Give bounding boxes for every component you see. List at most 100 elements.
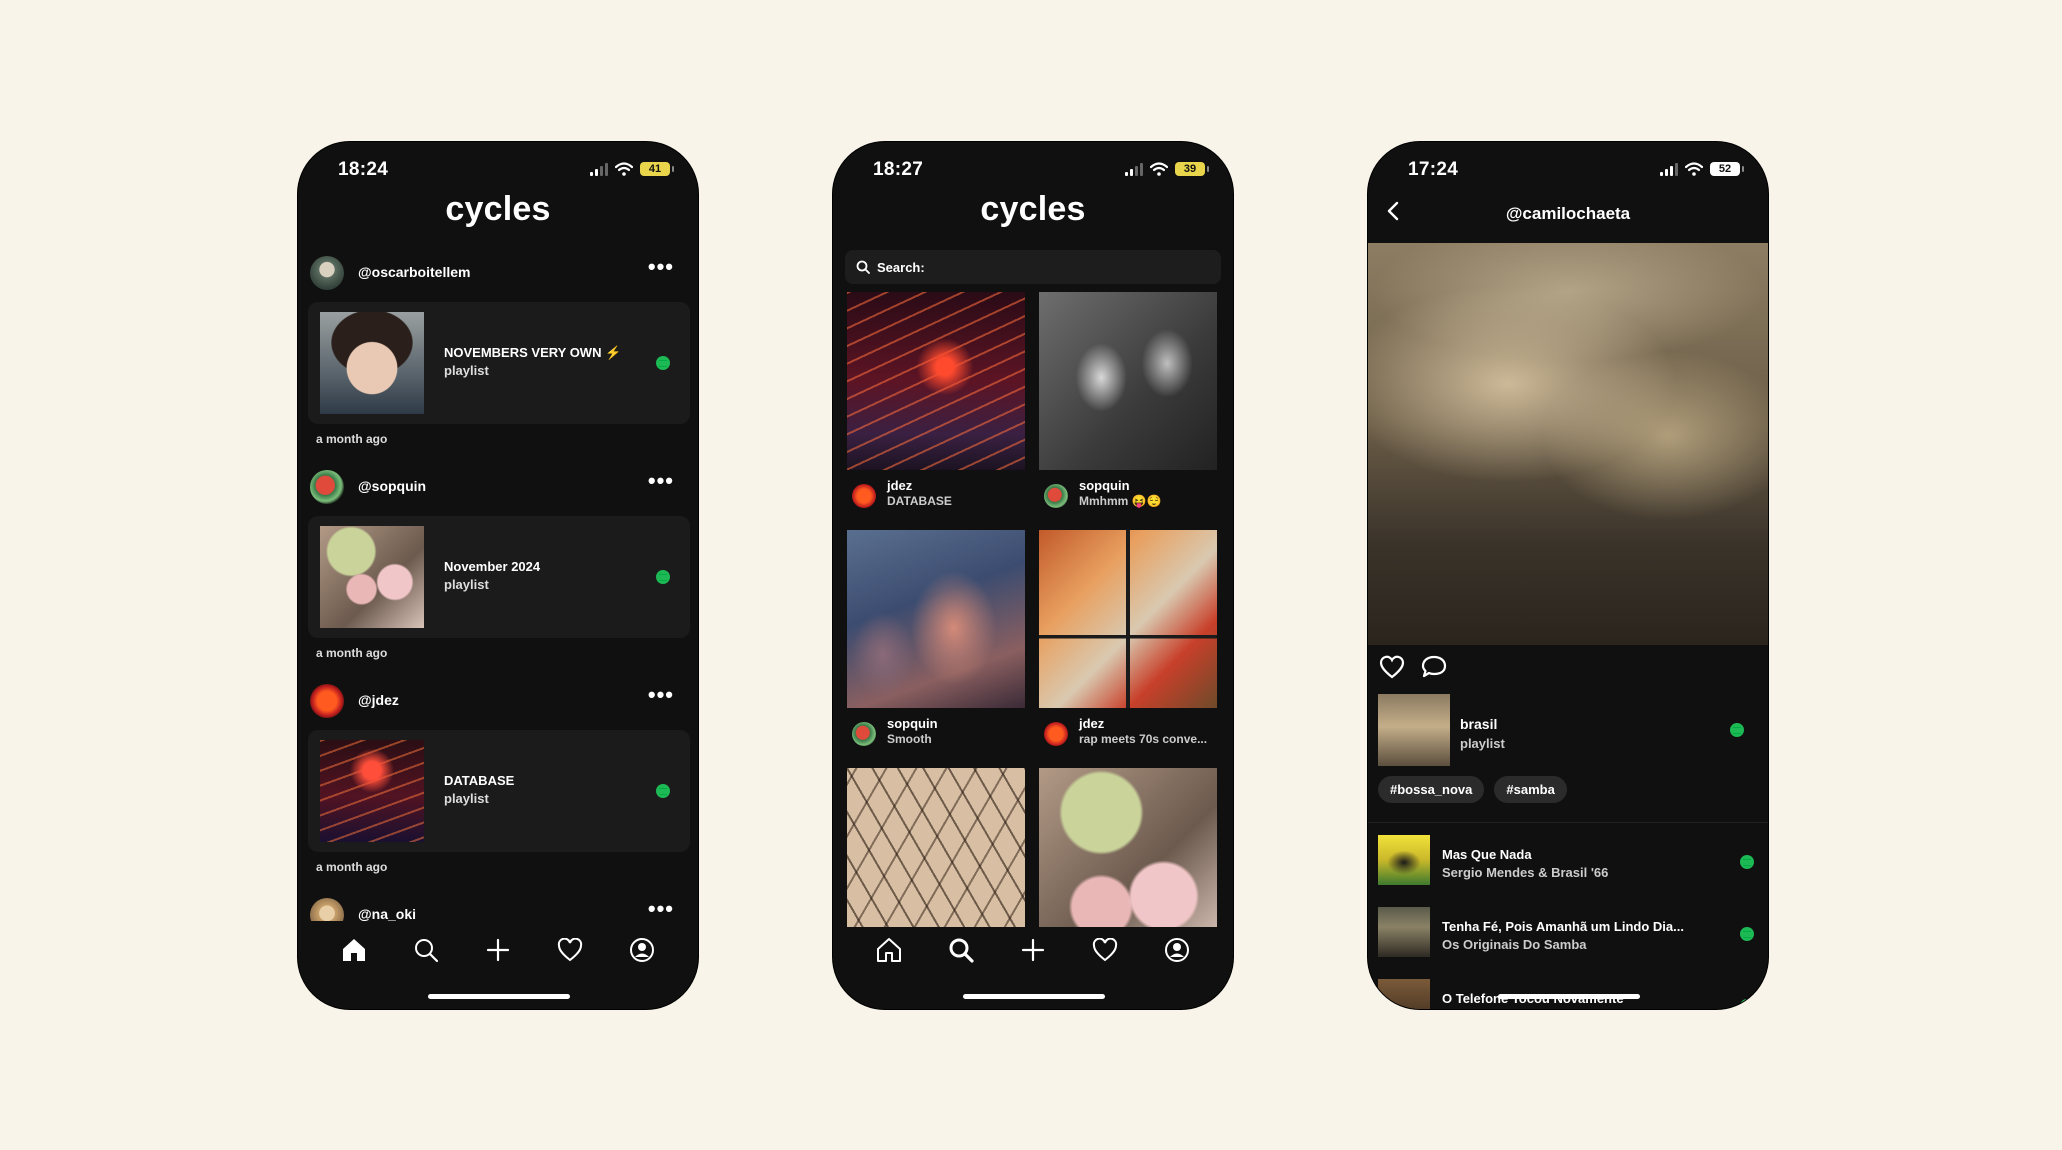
spotify-icon[interactable]	[1740, 855, 1754, 869]
avatar	[1044, 484, 1068, 508]
avatar[interactable]	[310, 470, 344, 504]
plus-icon	[1021, 938, 1045, 962]
post-timestamp: a month ago	[316, 432, 388, 446]
home-indicator[interactable]	[428, 994, 570, 999]
battery-indicator: 39	[1175, 162, 1209, 176]
post-username[interactable]: @sopquin	[358, 478, 426, 494]
track-row[interactable]: Tenha Fé, Pois Amanhã um Lindo Dia... Os…	[1368, 895, 1768, 967]
battery-indicator: 41	[640, 162, 674, 176]
avatar	[852, 722, 876, 746]
grid-item[interactable]: sopquin Smooth	[847, 530, 1025, 746]
track-artist: Os Originais Do Samba	[1442, 937, 1587, 952]
spotify-icon[interactable]	[656, 570, 670, 584]
post-header: @sopquin •••	[298, 458, 698, 516]
avatar[interactable]	[310, 898, 344, 921]
grid-thumbnail	[847, 530, 1025, 708]
grid-description: Mmhmm 😝😌	[1079, 494, 1162, 508]
playlist-card[interactable]: NOVEMBERS VERY OWN ⚡ playlist	[308, 302, 690, 424]
tag-chip[interactable]: #samba	[1494, 776, 1567, 803]
tab-search[interactable]	[946, 935, 976, 965]
grid-item[interactable]	[1039, 768, 1217, 927]
spotify-icon[interactable]	[1740, 999, 1754, 1009]
post-timestamp: a month ago	[316, 860, 388, 874]
track-row[interactable]: Mas Que Nada Sergio Mendes & Brasil '66	[1368, 823, 1768, 895]
playlist-card[interactable]: DATABASE playlist	[308, 730, 690, 852]
status-bar: 17:24 52	[1368, 142, 1768, 198]
post-actions	[1378, 654, 1448, 680]
home-indicator[interactable]	[1498, 994, 1640, 999]
track-cover-image	[1378, 979, 1430, 1009]
tab-create[interactable]	[1018, 935, 1048, 965]
tab-home[interactable]	[339, 935, 369, 965]
tab-profile[interactable]	[1162, 935, 1192, 965]
profile-handle: @camilochaeta	[1505, 204, 1631, 223]
spotify-icon[interactable]	[656, 784, 670, 798]
phone-playlist-screen: 17:24 52 @camilochaeta brasil playlist #…	[1368, 142, 1768, 1009]
heart-icon[interactable]	[1378, 654, 1406, 680]
more-options-icon[interactable]: •••	[648, 256, 674, 278]
post-header: @oscarboitellem •••	[298, 244, 698, 302]
post-timestamp: a month ago	[316, 646, 388, 660]
phone-search-screen: 18:27 39 cycles Search: jdez DATABASE so…	[833, 142, 1233, 1009]
tab-search[interactable]	[411, 935, 441, 965]
search-icon	[856, 260, 870, 274]
tag-chip[interactable]: #bossa_nova	[1378, 776, 1485, 803]
grid-thumbnail	[1039, 768, 1217, 927]
avatar[interactable]	[310, 256, 344, 290]
phone-feed-screen: 18:24 41 cycles @oscarboitellem ••• NOVE…	[298, 142, 698, 1009]
post-header: @na_oki •••	[298, 886, 698, 921]
tab-create[interactable]	[483, 935, 513, 965]
more-options-icon[interactable]: •••	[648, 898, 674, 920]
home-icon	[877, 938, 901, 962]
playlist-type: playlist	[444, 363, 489, 378]
profile-icon	[630, 938, 654, 962]
track-row[interactable]: O Telefone Tocou Novamente	[1368, 967, 1768, 1009]
plus-icon	[486, 938, 510, 962]
tab-bar	[298, 925, 698, 975]
spotify-icon[interactable]	[1730, 723, 1744, 737]
post-username[interactable]: @na_oki	[358, 906, 416, 921]
post-username[interactable]: @jdez	[358, 692, 399, 708]
playlist-hero-image	[1368, 243, 1768, 645]
signal-icon	[590, 162, 608, 176]
spotify-icon[interactable]	[656, 356, 670, 370]
tab-likes[interactable]	[1090, 935, 1120, 965]
more-options-icon[interactable]: •••	[648, 470, 674, 492]
profile-icon	[1165, 938, 1189, 962]
comment-icon[interactable]	[1420, 654, 1448, 680]
signal-icon	[1125, 162, 1143, 176]
playlist-type: playlist	[444, 791, 489, 806]
home-indicator[interactable]	[963, 994, 1105, 999]
feed-list[interactable]: @oscarboitellem ••• NOVEMBERS VERY OWN ⚡…	[298, 244, 698, 921]
grid-item[interactable]	[847, 768, 1025, 927]
avatar[interactable]	[310, 684, 344, 718]
app-title: cycles	[980, 190, 1086, 228]
grid-item[interactable]: jdez rap meets 70s conve...	[1039, 530, 1217, 746]
grid-item[interactable]: jdez DATABASE	[847, 292, 1025, 508]
status-time: 17:24	[1408, 159, 1459, 180]
playlist-card[interactable]: November 2024 playlist	[308, 516, 690, 638]
wifi-icon	[615, 162, 633, 176]
avatar	[852, 484, 876, 508]
grid-item[interactable]: sopquin Mmhmm 😝😌	[1039, 292, 1217, 508]
more-options-icon[interactable]: •••	[648, 684, 674, 706]
tab-likes[interactable]	[555, 935, 585, 965]
search-input[interactable]: Search:	[845, 250, 1221, 284]
grid-thumbnail	[847, 292, 1025, 470]
tab-home[interactable]	[874, 935, 904, 965]
grid-description: rap meets 70s conve...	[1079, 732, 1208, 746]
playlist-cover-image	[320, 740, 424, 842]
status-time: 18:24	[338, 159, 389, 180]
tab-profile[interactable]	[627, 935, 657, 965]
spotify-icon[interactable]	[1740, 927, 1754, 941]
tag-list: #bossa_nova #samba	[1378, 776, 1567, 803]
battery-indicator: 52	[1710, 162, 1744, 176]
playlist-title: November 2024	[444, 559, 541, 574]
track-list[interactable]: Mas Que Nada Sergio Mendes & Brasil '66 …	[1368, 822, 1768, 1009]
track-artist: Sergio Mendes & Brasil '66	[1442, 865, 1609, 880]
explore-grid[interactable]: jdez DATABASE sopquin Mmhmm 😝😌 sopquin S…	[847, 292, 1219, 927]
post-username[interactable]: @oscarboitellem	[358, 264, 470, 280]
playlist-cover-image	[1378, 694, 1450, 766]
playlist-row[interactable]: brasil playlist	[1378, 694, 1758, 766]
grid-thumbnail	[1039, 530, 1217, 708]
